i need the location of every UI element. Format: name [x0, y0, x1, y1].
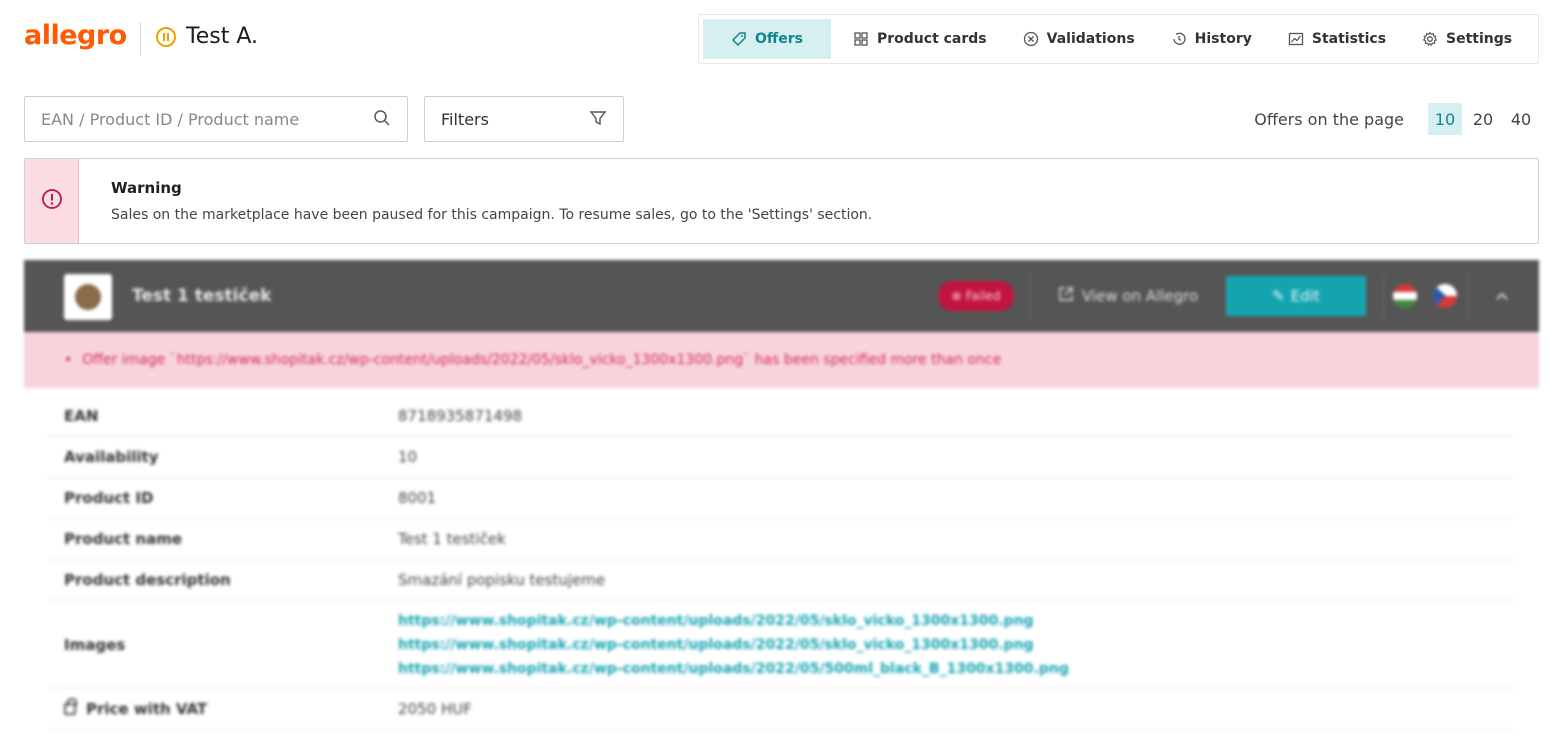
- account-name: Test A.: [186, 24, 258, 49]
- nav-tab-label: Statistics: [1311, 31, 1387, 47]
- grid-icon: [853, 31, 869, 47]
- main-nav: Offers Product cards Validations History…: [698, 14, 1539, 64]
- nav-tab-statistics[interactable]: Statistics: [1274, 19, 1400, 59]
- row-label: Product name: [64, 530, 183, 548]
- row-label: Availability: [64, 448, 159, 466]
- warning-title: Warning: [111, 179, 182, 197]
- chevron-up-icon[interactable]: [1494, 288, 1510, 308]
- search-box: [24, 96, 408, 142]
- row-label-with-lock: Price with VAT: [48, 698, 398, 718]
- image-links: https://www.shopitak.cz/wp-content/uploa…: [398, 609, 1069, 681]
- row-label: EAN: [64, 407, 99, 425]
- hungary-flag-icon[interactable]: [1393, 284, 1417, 308]
- per-page-option-40[interactable]: 40: [1504, 103, 1538, 135]
- header-separator: [1383, 274, 1384, 320]
- edit-button[interactable]: ✎ Edit: [1226, 276, 1366, 316]
- row-label: Product description: [64, 571, 231, 589]
- error-circle-icon: ⊗: [951, 289, 962, 303]
- search-icon[interactable]: [373, 109, 391, 131]
- czech-flag-icon[interactable]: [1433, 284, 1457, 308]
- offer-thumbnail: [64, 274, 112, 320]
- nav-tab-validations[interactable]: Validations: [1009, 19, 1149, 59]
- offer-card: Test 1 testiček ⊗ Failed View on Allegro…: [24, 260, 1539, 743]
- image-link[interactable]: https://www.shopitak.cz/wp-content/uploa…: [398, 633, 1069, 657]
- per-page-option-20[interactable]: 20: [1466, 103, 1500, 135]
- table-row: EAN 8718935871498: [48, 396, 1514, 437]
- history-icon: [1171, 31, 1187, 47]
- table-row: Availability 10: [48, 437, 1514, 478]
- offer-error-message: Offer image `https://www.shopitak.cz/wp-…: [64, 352, 1001, 368]
- external-link-icon: [1058, 286, 1074, 306]
- allegro-logo[interactable]: allegro: [24, 20, 127, 51]
- row-value: Test 1 testiček: [398, 530, 506, 548]
- offer-details-table: EAN 8718935871498 Availability 10 Produc…: [48, 396, 1514, 730]
- header-separator: [1467, 274, 1468, 320]
- header-separator: [1030, 274, 1031, 320]
- row-value: 8718935871498: [398, 407, 523, 425]
- search-input[interactable]: [25, 97, 345, 141]
- image-link[interactable]: https://www.shopitak.cz/wp-content/uploa…: [398, 609, 1069, 633]
- edit-label: Edit: [1290, 287, 1320, 305]
- status-label: Failed: [965, 289, 1001, 303]
- nav-tab-product-cards[interactable]: Product cards: [839, 19, 1001, 59]
- pencil-icon: ✎: [1272, 287, 1285, 305]
- offers-per-page: Offers on the page 10 20 40: [1254, 103, 1538, 135]
- row-value: 2050 HUF: [398, 700, 472, 718]
- gear-icon: [1422, 31, 1438, 47]
- row-label: Images: [64, 635, 126, 654]
- nav-tab-label: History: [1194, 31, 1252, 47]
- nav-tab-label: Settings: [1446, 31, 1513, 47]
- status-badge: ⊗ Failed: [938, 281, 1014, 311]
- x-circle-icon: [1023, 31, 1039, 47]
- nav-tab-label: Offers: [755, 31, 803, 47]
- warning-icon-panel: [25, 159, 79, 243]
- offer-error-bar: Offer image `https://www.shopitak.cz/wp-…: [24, 332, 1539, 388]
- per-page-label: Offers on the page: [1254, 109, 1404, 129]
- tag-icon: [731, 31, 747, 47]
- view-link-label: View on Allegro: [1082, 287, 1199, 305]
- table-row: Price with VAT 2050 HUF: [48, 689, 1514, 730]
- per-page-option-10[interactable]: 10: [1428, 103, 1462, 135]
- row-value: 10: [398, 448, 418, 466]
- view-on-allegro-link[interactable]: View on Allegro: [1058, 286, 1198, 306]
- filters-label: Filters: [441, 109, 489, 129]
- funnel-icon: [589, 109, 607, 131]
- warning-banner: Warning Sales on the marketplace have be…: [24, 158, 1539, 244]
- product-image: [75, 284, 101, 310]
- filters-button[interactable]: Filters: [424, 96, 624, 142]
- table-row: Product ID 8001: [48, 478, 1514, 519]
- image-link[interactable]: https://www.shopitak.cz/wp-content/uploa…: [398, 657, 1069, 681]
- nav-tab-label: Validations: [1046, 31, 1135, 47]
- alert-icon: [41, 188, 63, 214]
- offer-title: Test 1 testiček: [132, 286, 272, 306]
- paused-icon: [156, 26, 176, 47]
- chart-icon: [1288, 31, 1304, 47]
- table-row: Product name Test 1 testiček: [48, 519, 1514, 560]
- row-value: 8001: [398, 489, 437, 507]
- warning-text: Sales on the marketplace have been pause…: [111, 207, 873, 223]
- row-value: Smazání popisku testujeme: [398, 571, 606, 589]
- row-label: Product ID: [64, 489, 154, 507]
- table-row: Images https://www.shopitak.cz/wp-conten…: [48, 601, 1514, 689]
- nav-tab-settings[interactable]: Settings: [1408, 19, 1526, 59]
- header-divider: [140, 22, 141, 56]
- table-row: Product description Smazání popisku test…: [48, 560, 1514, 601]
- offer-header[interactable]: Test 1 testiček ⊗ Failed View on Allegro…: [24, 260, 1539, 332]
- nav-tab-offers[interactable]: Offers: [703, 19, 831, 59]
- app-header: allegro Test A. Offers Product cards Val…: [0, 0, 1554, 80]
- row-label: Price with VAT: [86, 700, 208, 718]
- nav-tab-history[interactable]: History: [1157, 19, 1266, 59]
- nav-tab-label: Product cards: [877, 31, 987, 47]
- lock-icon: [64, 698, 77, 715]
- account-indicator: Test A.: [156, 24, 258, 49]
